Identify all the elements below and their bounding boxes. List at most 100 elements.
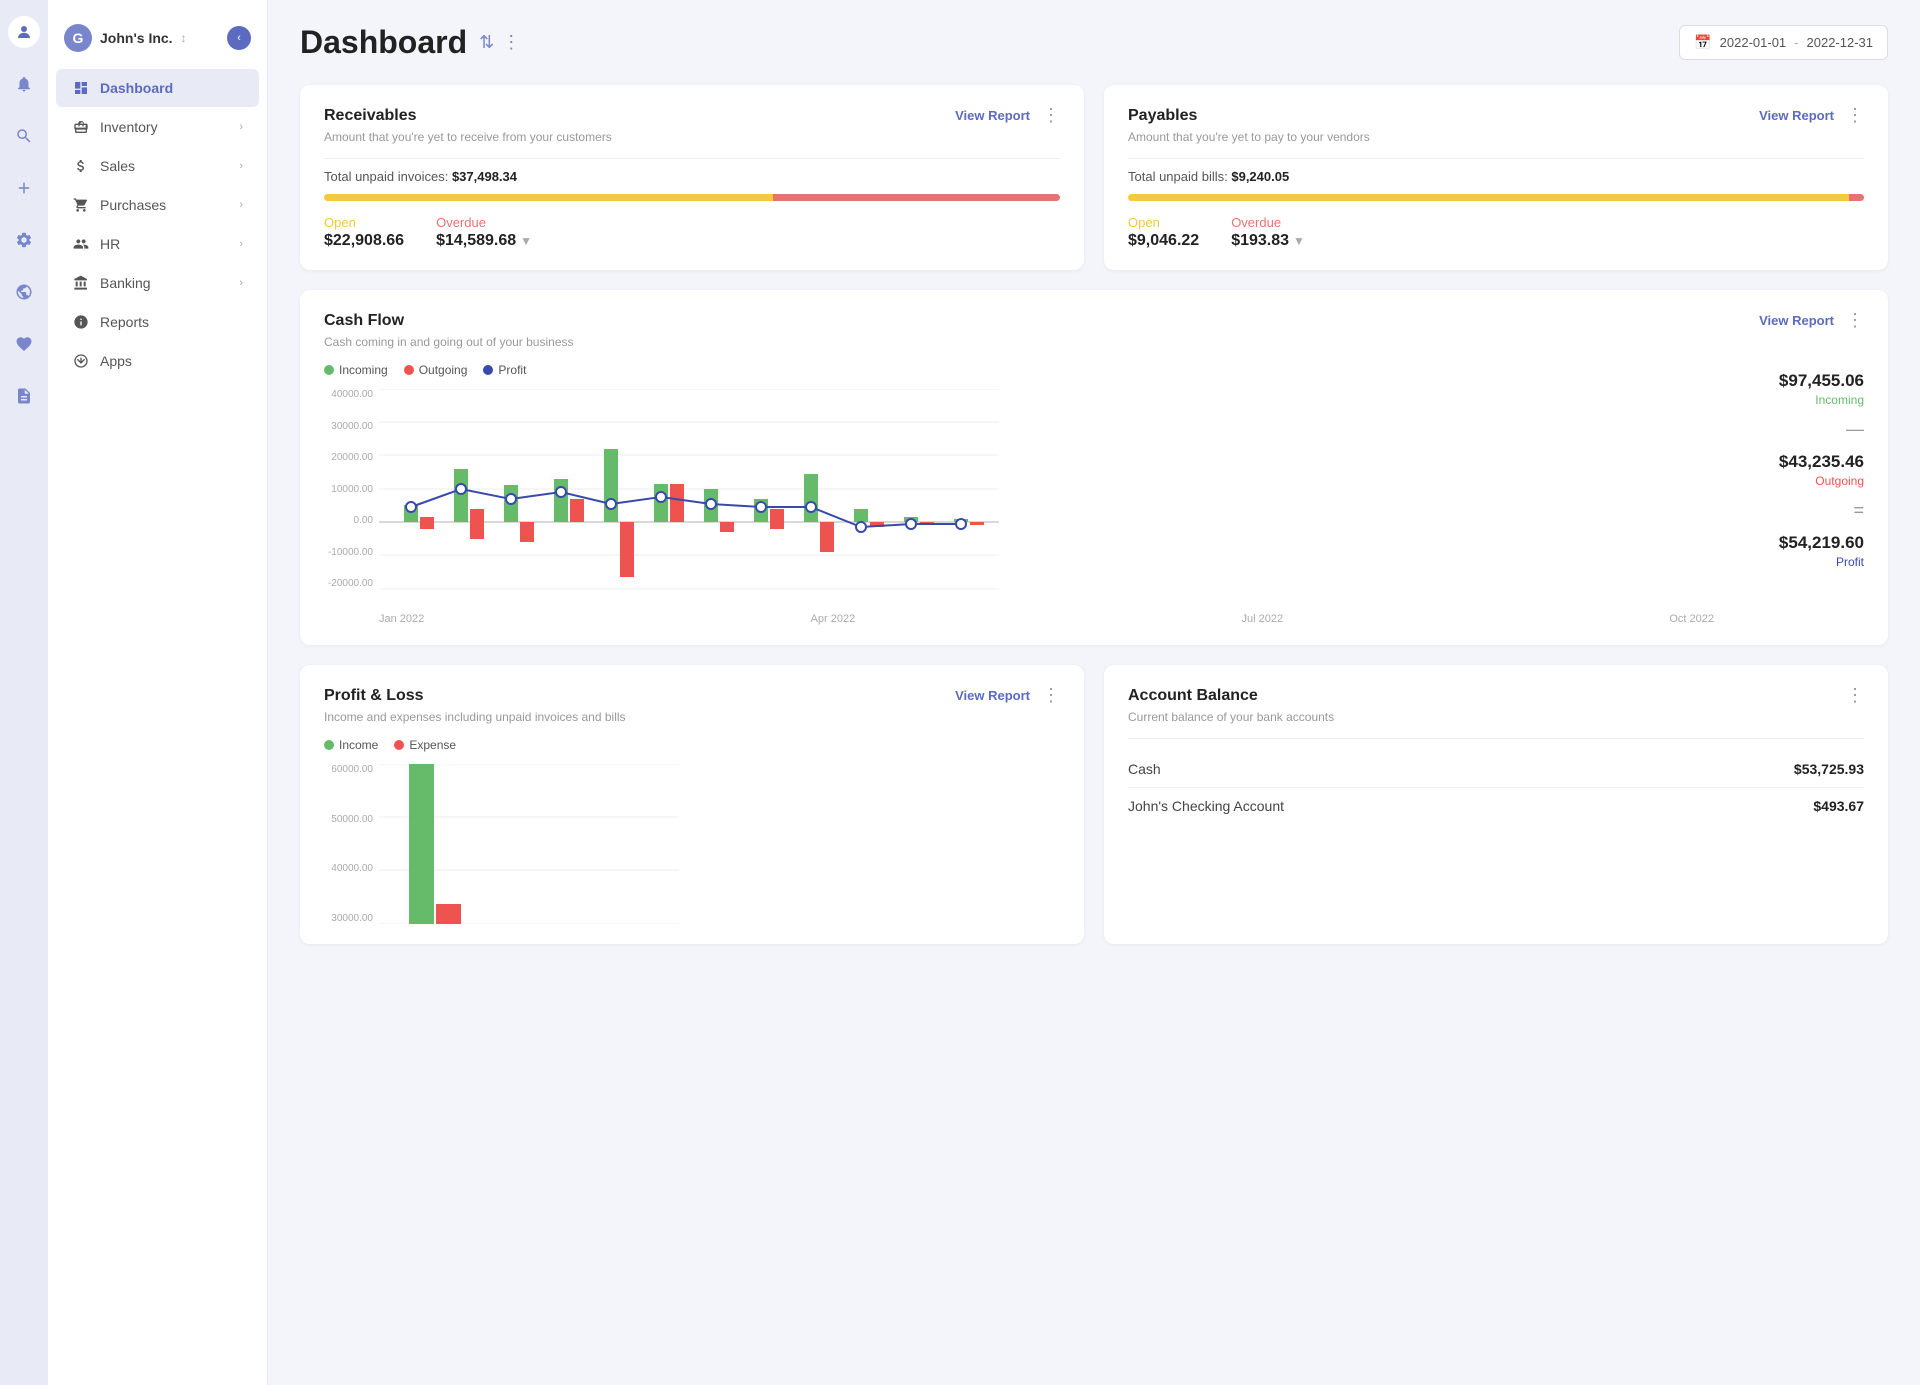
profit-label: Profit <box>1734 555 1864 569</box>
date-range-picker[interactable]: 📅 2022-01-01 - 2022-12-31 <box>1679 25 1888 60</box>
receivables-open-label: Open <box>324 215 404 230</box>
payables-overdue-dropdown-arrow[interactable]: ▼ <box>1293 234 1305 248</box>
x-axis-labels: Jan 2022 Apr 2022 Jul 2022 Oct 2022 <box>324 613 1714 625</box>
profit-dot-aug <box>756 502 766 512</box>
logo-circle: G <box>64 24 92 52</box>
pl-title: Profit & Loss <box>324 687 424 705</box>
sidebar-item-banking[interactable]: Banking › <box>56 264 259 302</box>
apps-icon <box>72 352 90 370</box>
receivables-open-bar <box>324 194 773 201</box>
ab-more-button[interactable]: ⋮ <box>1846 685 1864 706</box>
receivables-more-button[interactable]: ⋮ <box>1042 105 1060 126</box>
profit-dot-nov <box>906 519 916 529</box>
receivables-payables-row: Receivables View Report ⋮ Amount that yo… <box>300 85 1888 270</box>
outgoing-legend-dot <box>404 365 414 375</box>
bar-aug-outgoing <box>770 509 784 529</box>
receivables-header: Receivables View Report ⋮ <box>324 105 1060 126</box>
sidebar-item-hr[interactable]: HR › <box>56 225 259 263</box>
purchases-icon <box>72 196 90 214</box>
nav-back-button[interactable]: ‹ <box>227 26 251 50</box>
sidebar-item-label-apps: Apps <box>100 353 243 369</box>
pl-legend-expense: Expense <box>394 738 456 752</box>
incoming-value: $97,455.06 <box>1734 371 1864 391</box>
receivables-title: Receivables <box>324 107 417 125</box>
company-name: John's Inc. <box>100 30 173 46</box>
sort-icon[interactable]: ⇅ <box>479 32 494 53</box>
rail-icon-settings[interactable] <box>8 224 40 256</box>
balance-value-checking: $493.67 <box>1813 798 1864 814</box>
payables-amounts: Open $9,046.22 Overdue $193.83 ▼ <box>1128 215 1864 250</box>
receivables-card: Receivables View Report ⋮ Amount that yo… <box>300 85 1084 270</box>
rail-icon-heart[interactable] <box>8 328 40 360</box>
sidebar-expand-arrows[interactable]: ↕ <box>181 31 187 45</box>
sidebar-item-sales[interactable]: Sales › <box>56 147 259 185</box>
receivables-amounts: Open $22,908.66 Overdue $14,589.68 ▼ <box>324 215 1060 250</box>
ab-header: Account Balance ⋮ <box>1128 685 1864 706</box>
stat-profit: $54,219.60 Profit <box>1734 533 1864 569</box>
payables-overdue-label: Overdue <box>1231 215 1305 230</box>
sidebar: G John's Inc. ↕ ‹ Dashboard Inventory › … <box>48 0 268 1385</box>
overdue-dropdown-arrow[interactable]: ▼ <box>520 234 532 248</box>
payables-open-bar <box>1128 194 1849 201</box>
rail-icon-plus[interactable] <box>8 172 40 204</box>
bar-apr-outgoing <box>570 499 584 522</box>
pl-y-axis: 60000.00 50000.00 40000.00 30000.00 <box>324 764 379 924</box>
bar-sep-outgoing <box>820 522 834 552</box>
legend-incoming: Incoming <box>324 363 388 377</box>
icon-rail <box>0 0 48 1385</box>
ab-actions: ⋮ <box>1846 685 1864 706</box>
sidebar-item-label-inventory: Inventory <box>100 119 229 135</box>
bottom-cards-row: Profit & Loss View Report ⋮ Income and e… <box>300 665 1888 944</box>
rail-icon-globe[interactable] <box>8 276 40 308</box>
rail-icon-search[interactable] <box>8 120 40 152</box>
profit-value: $54,219.60 <box>1734 533 1864 553</box>
balance-name-cash: Cash <box>1128 761 1161 777</box>
profit-dot-apr <box>556 487 566 497</box>
sidebar-item-inventory[interactable]: Inventory › <box>56 108 259 146</box>
sidebar-item-apps[interactable]: Apps <box>56 342 259 380</box>
receivables-unpaid-label: Total unpaid invoices: $37,498.34 <box>324 169 1060 184</box>
sidebar-logo: G John's Inc. ↕ <box>64 24 187 52</box>
receivables-overdue-label: Overdue <box>436 215 532 230</box>
sidebar-header: G John's Inc. ↕ ‹ <box>48 16 267 68</box>
rail-icon-bell[interactable] <box>8 68 40 100</box>
chevron-down-icon: › <box>239 121 243 133</box>
pl-header: Profit & Loss View Report ⋮ <box>324 685 1060 706</box>
pl-view-report-button[interactable]: View Report <box>955 688 1030 703</box>
receivables-view-report-button[interactable]: View Report <box>955 108 1030 123</box>
chevron-down-icon-hr: › <box>239 238 243 250</box>
pl-chart-container: 60000.00 50000.00 40000.00 30000.00 <box>324 764 1060 924</box>
receivables-unpaid-amount: $37,498.34 <box>452 169 517 184</box>
receivables-open-group: Open $22,908.66 <box>324 215 404 250</box>
bar-mar-outgoing <box>520 522 534 542</box>
profit-dot-jan <box>406 502 416 512</box>
pl-more-button[interactable]: ⋮ <box>1042 685 1060 706</box>
rail-icon-doc[interactable] <box>8 380 40 412</box>
profit-dot-jun <box>656 492 666 502</box>
cashflow-view-report-button[interactable]: View Report <box>1759 313 1834 328</box>
payables-subtitle: Amount that you're yet to pay to your ve… <box>1128 130 1864 144</box>
profit-dot-mar <box>506 494 516 504</box>
payables-view-report-button[interactable]: View Report <box>1759 108 1834 123</box>
more-options-icon[interactable]: ⋮ <box>502 32 520 53</box>
receivables-overdue-bar <box>773 194 1060 201</box>
profit-loss-card: Profit & Loss View Report ⋮ Income and e… <box>300 665 1084 944</box>
bar-jul-outgoing <box>720 522 734 532</box>
pl-bar-income-1 <box>409 764 434 924</box>
sales-icon <box>72 157 90 175</box>
legend-outgoing: Outgoing <box>404 363 468 377</box>
sidebar-item-dashboard[interactable]: Dashboard <box>56 69 259 107</box>
payables-overdue-group: Overdue $193.83 ▼ <box>1231 215 1305 250</box>
date-end: 2022-12-31 <box>1807 35 1874 50</box>
incoming-legend-dot <box>324 365 334 375</box>
payables-more-button[interactable]: ⋮ <box>1846 105 1864 126</box>
sidebar-item-purchases[interactable]: Purchases › <box>56 186 259 224</box>
rail-icon-user[interactable] <box>8 16 40 48</box>
sidebar-item-label-purchases: Purchases <box>100 197 229 213</box>
sidebar-item-label-sales: Sales <box>100 158 229 174</box>
sidebar-item-reports[interactable]: Reports <box>56 303 259 341</box>
cashflow-body: Incoming Outgoing Profit 40000.00 <box>324 363 1864 625</box>
cashflow-more-button[interactable]: ⋮ <box>1846 310 1864 331</box>
payables-unpaid-label: Total unpaid bills: $9,240.05 <box>1128 169 1864 184</box>
profit-dot-feb <box>456 484 466 494</box>
